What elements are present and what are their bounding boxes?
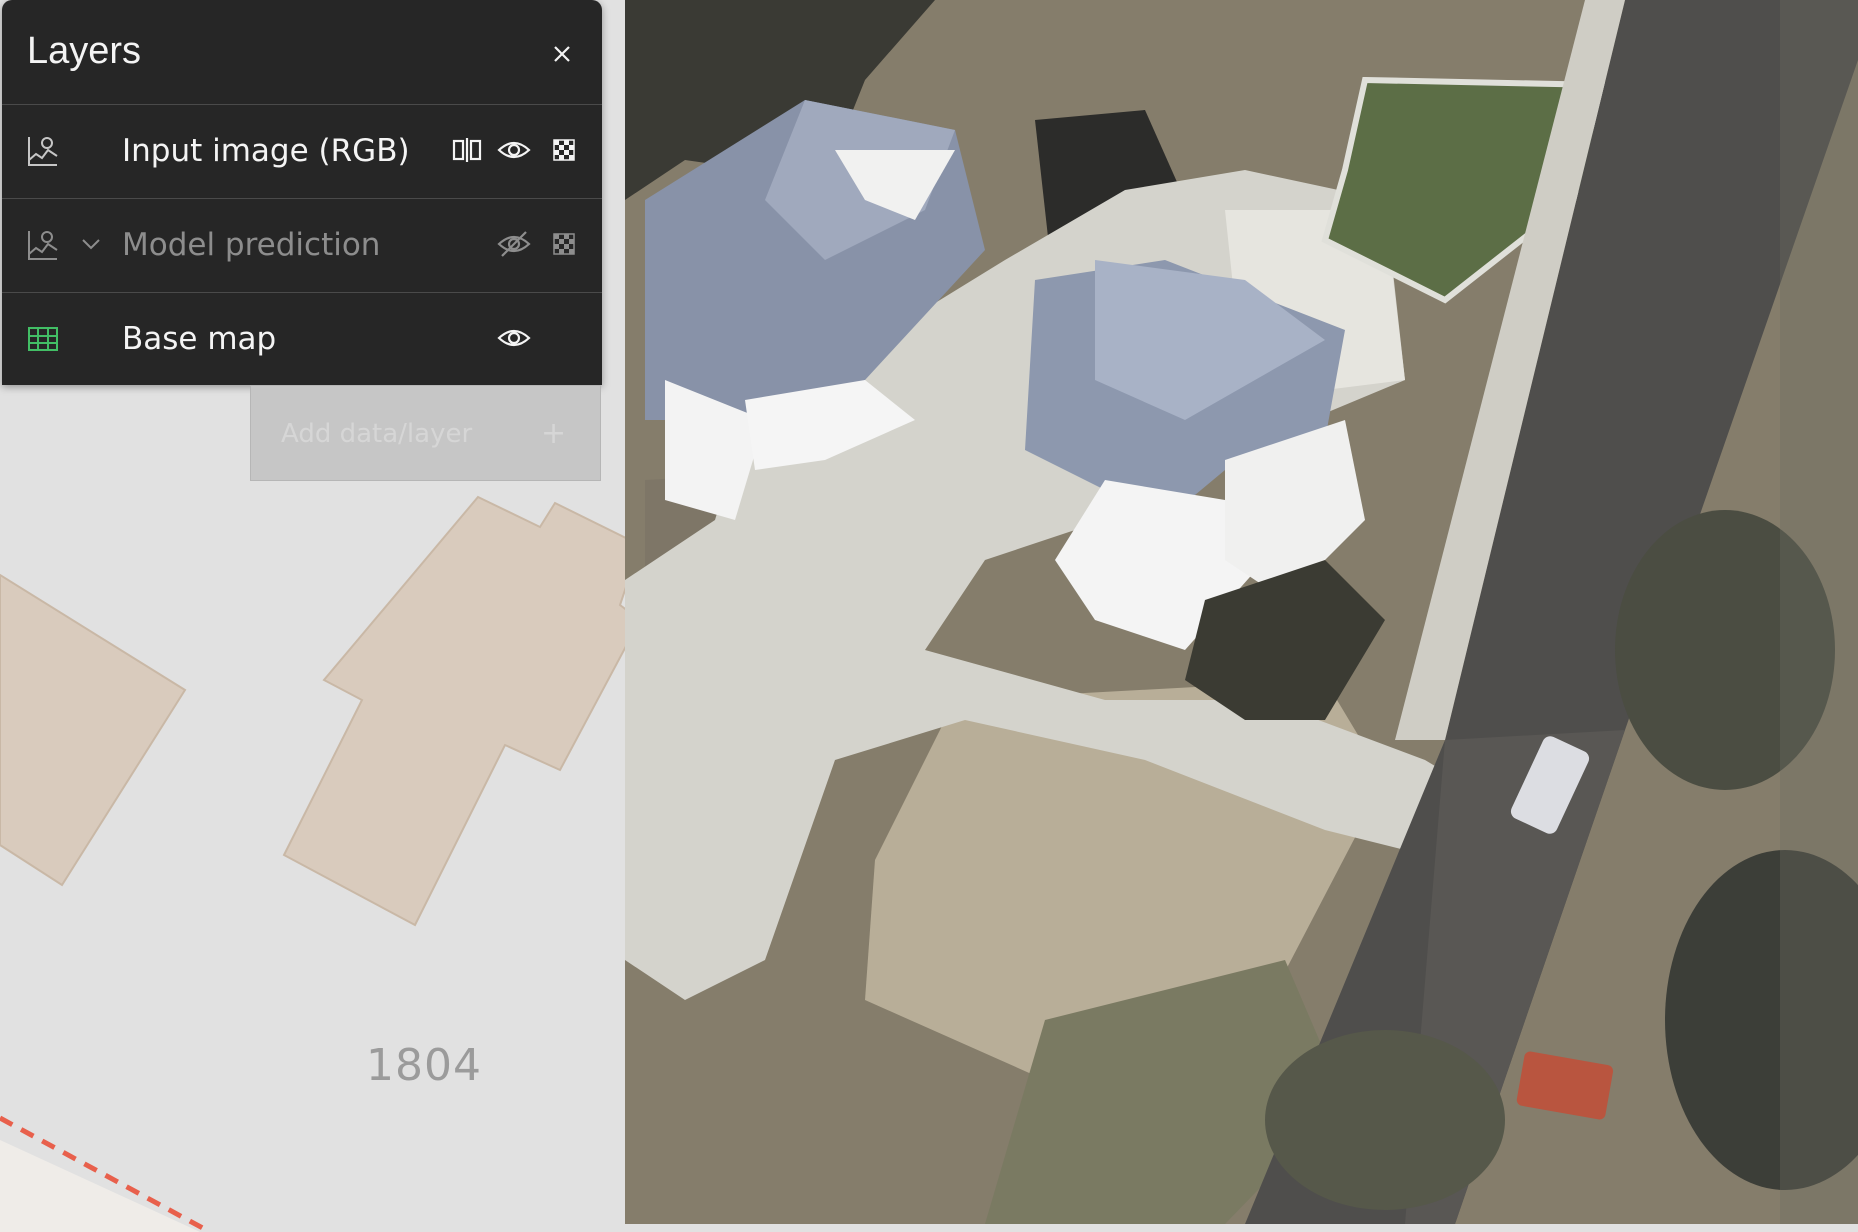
eye-off-icon[interactable] [496, 226, 532, 262]
layers-panel: Layers Input image (RGB) Model predictio… [2, 0, 602, 385]
add-data-layer-label: Add data/layer [281, 419, 473, 449]
eye-icon[interactable] [496, 320, 532, 356]
layer-row-base-map[interactable]: Base map [2, 293, 602, 386]
raster-image-icon [28, 137, 58, 166]
layer-name: Input image (RGB) [122, 133, 410, 169]
panel-title: Layers [27, 30, 142, 72]
opacity-icon[interactable] [546, 132, 582, 168]
chevron-down-icon[interactable] [78, 231, 104, 257]
compare-icon[interactable] [449, 132, 485, 168]
opacity-icon[interactable] [546, 226, 582, 262]
layer-row-input-image[interactable]: Input image (RGB) [2, 105, 602, 199]
plus-icon: + [541, 416, 567, 451]
add-data-layer-button[interactable]: Add data/layer + [250, 385, 601, 481]
layers-panel-header: Layers [2, 0, 602, 105]
close-icon[interactable] [542, 34, 582, 74]
map-icon [28, 327, 58, 351]
eye-icon[interactable] [496, 132, 532, 168]
raster-image-icon [28, 231, 58, 260]
layer-name: Base map [122, 321, 277, 357]
address-label: 1804 [366, 1040, 482, 1091]
layer-name: Model prediction [122, 227, 381, 263]
layer-row-model-prediction[interactable]: Model prediction [2, 199, 602, 293]
input-image-raster [625, 0, 1858, 1224]
